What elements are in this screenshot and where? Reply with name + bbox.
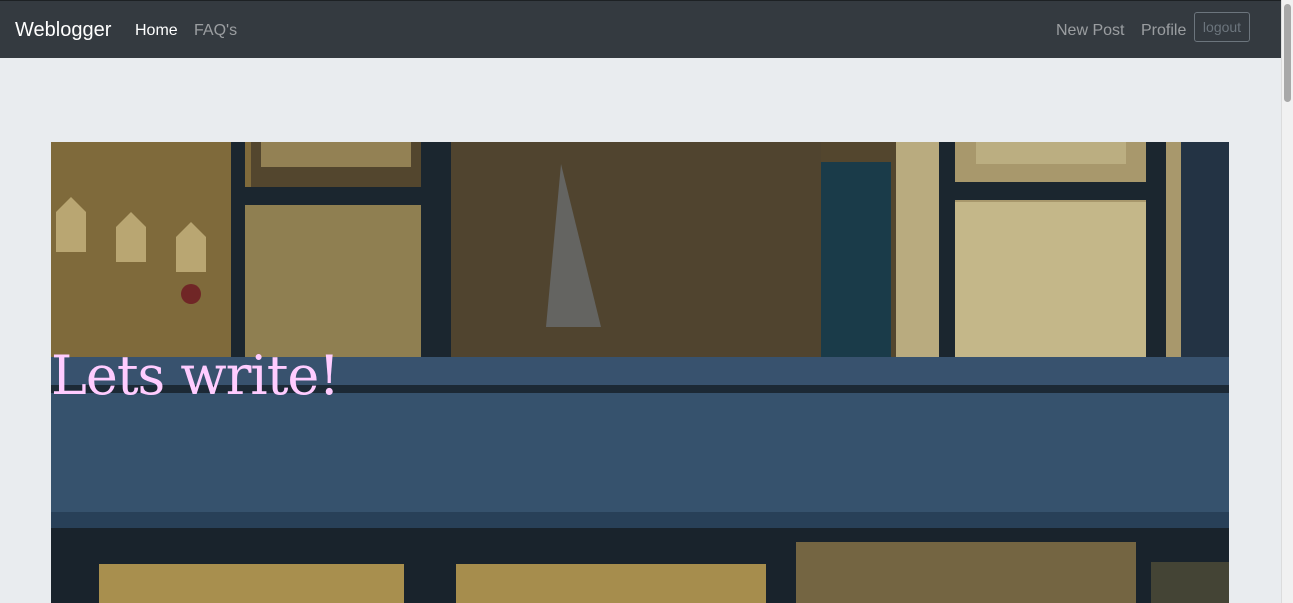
page-scrollbar[interactable] bbox=[1281, 0, 1293, 603]
scrollbar-thumb[interactable] bbox=[1284, 4, 1291, 102]
top-navbar: Weblogger Home FAQ's New Post Profile lo… bbox=[0, 0, 1281, 58]
brand-link[interactable]: Weblogger bbox=[15, 18, 111, 42]
logout-button[interactable]: logout bbox=[1194, 12, 1250, 42]
hero-banner: Lets write! bbox=[51, 142, 1229, 603]
nav-link-faqs[interactable]: FAQ's bbox=[194, 21, 237, 41]
nav-link-profile[interactable]: Profile bbox=[1141, 21, 1186, 41]
nav-link-new-post[interactable]: New Post bbox=[1056, 21, 1124, 41]
nav-link-home[interactable]: Home bbox=[135, 21, 178, 41]
hero-title: Lets write! bbox=[51, 344, 340, 407]
